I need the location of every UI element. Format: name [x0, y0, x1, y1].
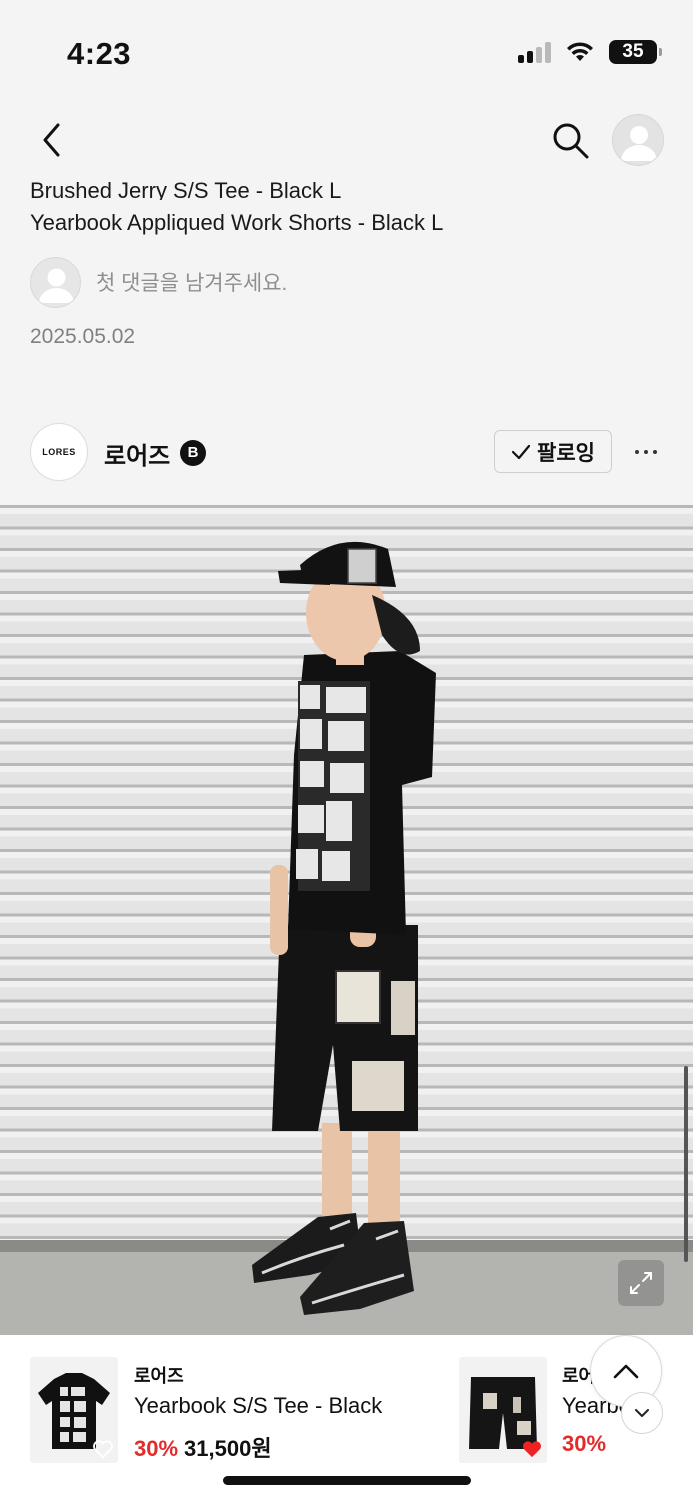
back-button[interactable] — [36, 120, 72, 160]
brand-verified-badge: B — [180, 440, 206, 466]
tagged-product-line-1: Brushed Jerry S/S Tee - Black L — [30, 178, 342, 200]
status-icons: 35 — [518, 40, 662, 64]
search-button[interactable] — [550, 120, 590, 160]
more-button[interactable] — [628, 436, 664, 468]
chevron-down-icon — [635, 1409, 649, 1417]
product-thumbnail[interactable] — [30, 1357, 118, 1463]
home-indicator — [223, 1476, 471, 1485]
comment-placeholder: 첫 댓글을 남겨주세요. — [96, 272, 288, 295]
collapse-products-button[interactable] — [621, 1392, 663, 1434]
brand-name[interactable]: 로어즈 — [104, 436, 170, 471]
comment-input-row[interactable]: 첫 댓글을 남겨주세요. — [30, 256, 287, 308]
model-photo-image — [0, 505, 693, 1335]
product-name[interactable]: Yearbook S/S Tee - Black — [134, 1393, 382, 1419]
avatar-icon — [39, 268, 74, 303]
status-bar: 4:23 35 — [0, 0, 693, 100]
expand-icon — [630, 1272, 652, 1294]
product-price: 30% — [562, 1431, 622, 1457]
more-icon — [635, 450, 639, 454]
brand-logo[interactable]: LORES — [30, 423, 88, 481]
post-date: 2025.05.02 — [30, 325, 136, 348]
heart-icon[interactable] — [92, 1439, 114, 1459]
product-price: 30% 31,500원 — [134, 1431, 272, 1463]
product-discount: 30% — [562, 1431, 607, 1456]
comment-avatar — [30, 256, 81, 308]
cellular-signal-icon — [518, 41, 551, 63]
scroll-indicator[interactable] — [684, 1066, 688, 1262]
product-discount: 30% — [134, 1436, 179, 1461]
tagged-product-line-2: Yearbook Appliqued Work Shorts - Black L — [30, 210, 444, 235]
top-nav — [0, 108, 693, 172]
expand-photo-button[interactable] — [618, 1260, 664, 1306]
following-label: 팔로잉 — [537, 441, 595, 465]
back-icon — [43, 123, 60, 157]
post-photo[interactable] — [0, 505, 693, 1335]
search-icon — [553, 123, 589, 159]
battery-icon: 35 — [609, 40, 662, 64]
product-brand: 로어즈 — [134, 1366, 184, 1386]
chevron-up-icon — [613, 1364, 639, 1379]
profile-avatar-button[interactable] — [612, 114, 664, 166]
status-time: 4:23 — [67, 36, 132, 71]
check-icon — [511, 444, 531, 459]
avatar-icon — [621, 126, 657, 161]
product-price-value: 31,500원 — [184, 1436, 272, 1461]
following-button[interactable]: 팔로잉 — [494, 430, 612, 473]
heart-icon[interactable] — [521, 1439, 543, 1459]
product-thumbnail[interactable] — [459, 1357, 547, 1463]
wifi-icon — [567, 42, 593, 61]
